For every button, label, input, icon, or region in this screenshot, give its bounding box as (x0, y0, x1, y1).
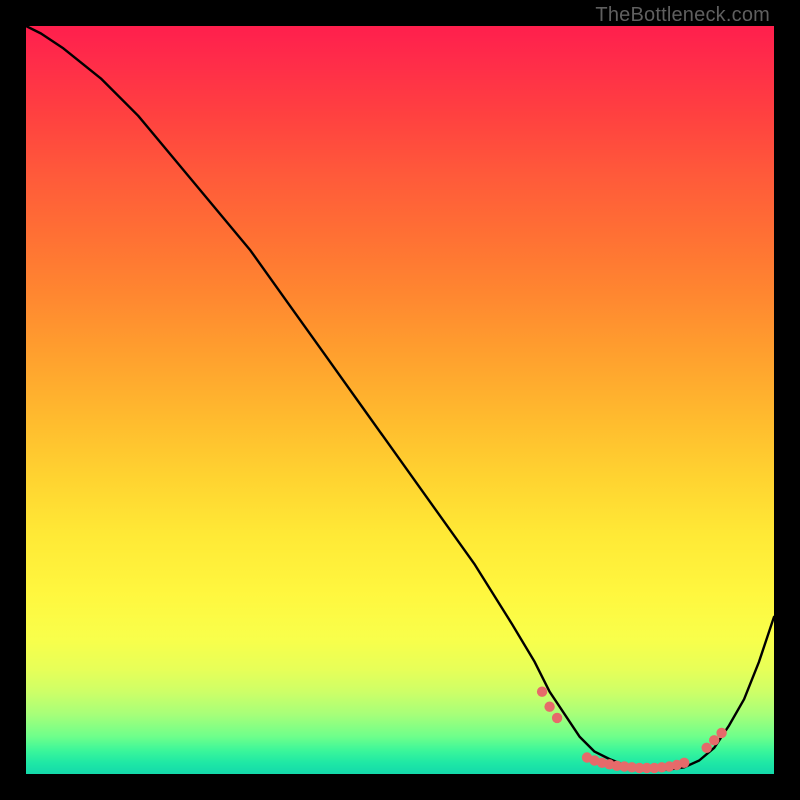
highlight-dot (537, 687, 547, 697)
curve-group (26, 26, 774, 770)
chart-svg (26, 26, 774, 774)
plot-area (26, 26, 774, 774)
highlight-dot (709, 735, 719, 745)
highlight-dot (702, 743, 712, 753)
highlight-dot (679, 758, 689, 768)
highlight-dot (544, 702, 554, 712)
highlight-dot (552, 713, 562, 723)
highlight-dot (716, 728, 726, 738)
chart-frame: TheBottleneck.com (0, 0, 800, 800)
watermark-text: TheBottleneck.com (595, 4, 770, 27)
bottleneck-curve-path (26, 26, 774, 770)
